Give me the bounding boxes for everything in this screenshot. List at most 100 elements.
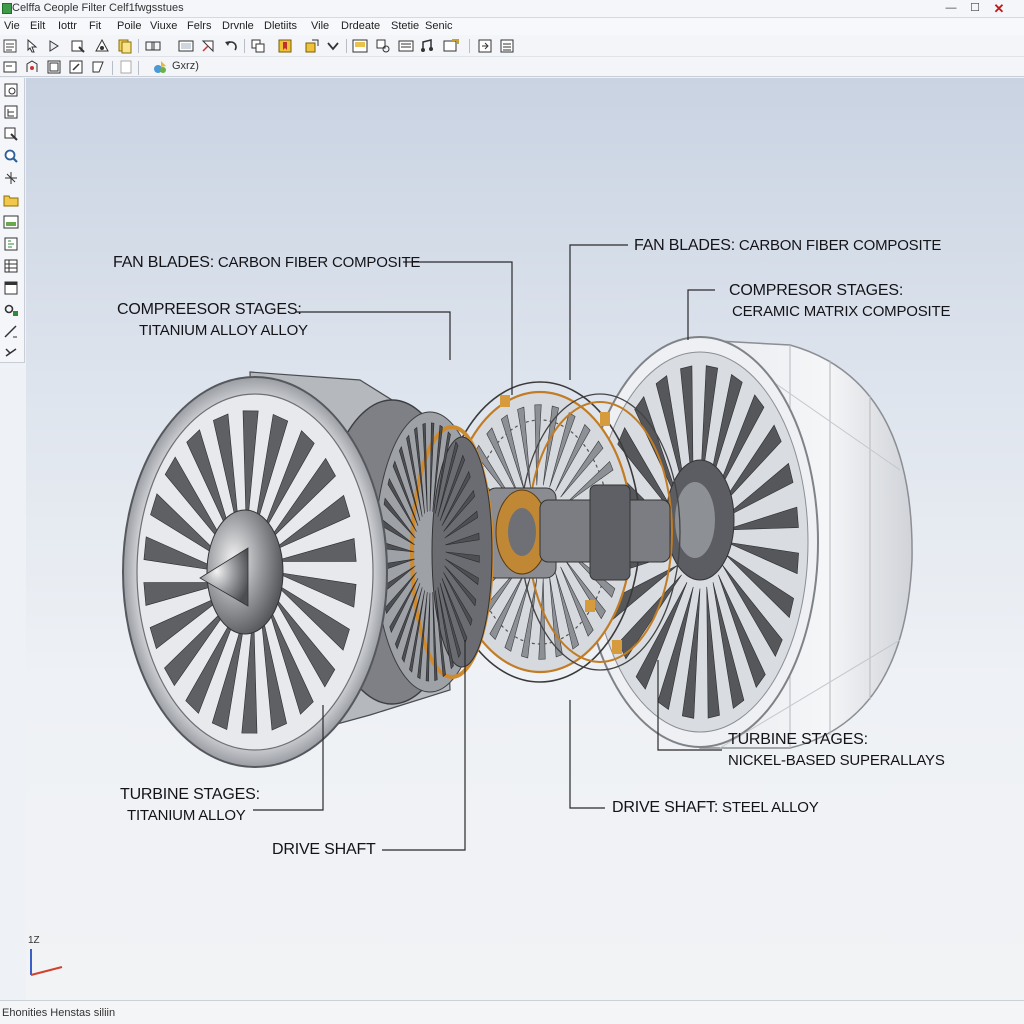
callout-heading: TURBINE STAGES:: [120, 786, 260, 803]
axis-icon: [30, 949, 63, 976]
highlight-icon[interactable]: [304, 38, 320, 54]
close-button[interactable]: ✕: [986, 0, 1012, 17]
app-icon[interactable]: [2, 3, 12, 14]
image-icon[interactable]: [178, 38, 194, 54]
toolbar-separator: [346, 39, 347, 53]
smart-mode-icon[interactable]: [152, 59, 168, 75]
menu-item[interactable]: Drvnle: [222, 20, 254, 32]
play-icon[interactable]: [46, 38, 62, 54]
magnet-icon[interactable]: [3, 302, 19, 318]
feature-tree-icon[interactable]: [3, 104, 19, 120]
sound-icon[interactable]: [420, 38, 436, 54]
bookmark-icon[interactable]: [277, 38, 293, 54]
cut-icon[interactable]: [3, 324, 19, 340]
command-sidebar: [0, 78, 25, 363]
chevron-down-icon[interactable]: [325, 38, 341, 54]
callout-compressor-right: COMPRESOR STAGES: CERAMIC MATRIX COMPOSI…: [729, 282, 950, 320]
edit-icon[interactable]: [90, 59, 106, 75]
zoom-icon[interactable]: [3, 148, 19, 164]
transform-icon[interactable]: [200, 38, 216, 54]
pointer-icon[interactable]: [24, 38, 40, 54]
new-document-icon[interactable]: [2, 38, 18, 54]
callout-heading: DRIVE SHAFT: [272, 841, 376, 858]
menu-item[interactable]: Drdeate: [341, 20, 380, 32]
settings-icon[interactable]: [375, 38, 391, 54]
menu-item[interactable]: Iottr: [58, 20, 77, 32]
toolbar-separator: [138, 39, 139, 53]
folder-icon[interactable]: [3, 192, 19, 208]
menu-bar: Vie Eilt Iottr Fit Poile Viuxe Felrs Drv…: [0, 18, 1024, 35]
grid-icon[interactable]: [24, 59, 40, 75]
sparkle-icon[interactable]: [3, 170, 19, 186]
title-bar: Celffa Ceople Filter Celf1fwgsstues — ☐ …: [0, 0, 1024, 18]
status-bar: Ehonities Henstas siliin: [0, 1000, 1024, 1024]
callout-detail: TITANIUM ALLOY: [127, 807, 246, 824]
callout-heading: FAN BLADES:: [634, 237, 735, 254]
callout-drive-shaft-right: DRIVE SHAFT: STEEL ALLOY: [612, 799, 819, 817]
menu-item[interactable]: Dletiits: [264, 20, 297, 32]
measure-icon[interactable]: [3, 344, 19, 360]
select-icon[interactable]: [3, 126, 19, 142]
link-icon[interactable]: [145, 38, 161, 54]
callout-heading: DRIVE SHAFT:: [612, 799, 719, 816]
exploded-engine-model[interactable]: [26, 78, 1024, 1000]
picture-icon[interactable]: [443, 38, 459, 54]
secondary-toolbar: Gxrz): [0, 57, 1024, 77]
callout-compressor-left: COMPREESOR STAGES: TITANIUM ALLOY ALLOY: [117, 301, 308, 339]
callout-detail: TITANIUM ALLOY ALLOY: [139, 322, 308, 339]
callout-heading: COMPRESOR STAGES:: [729, 282, 904, 299]
menu-item[interactable]: Eilt: [30, 20, 45, 32]
callout-drive-shaft-left: DRIVE SHAFT: [272, 841, 376, 859]
callout-detail: CERAMIC MATRIX COMPOSITE: [732, 303, 951, 320]
menu-item[interactable]: Poile: [117, 20, 141, 32]
callout-detail: CARBON FIBER COMPOSITE: [738, 237, 942, 254]
list-icon[interactable]: [499, 38, 515, 54]
minimize-button[interactable]: —: [938, 0, 964, 17]
undo-icon[interactable]: [223, 38, 239, 54]
menu-item[interactable]: Fit: [89, 20, 101, 32]
sketch-icon[interactable]: [2, 59, 18, 75]
callout-heading: TURBINE STAGES:: [728, 731, 868, 748]
window-icon[interactable]: [3, 280, 19, 296]
layout-icon[interactable]: [250, 38, 266, 54]
menu-item[interactable]: Vie: [4, 20, 20, 32]
panel-icon[interactable]: [398, 38, 414, 54]
export-icon[interactable]: [477, 38, 493, 54]
window-title: Celffa Ceople Filter Celf1fwgsstues: [12, 2, 184, 14]
menu-item[interactable]: Vile: [311, 20, 329, 32]
callout-detail: NICKEL-BASED SUPERALLAYS: [728, 752, 945, 769]
callout-heading: FAN BLADES:: [113, 254, 214, 271]
copy-icon[interactable]: [117, 38, 133, 54]
image-icon[interactable]: [3, 214, 19, 230]
part-icon[interactable]: [3, 82, 19, 98]
image-frame-icon[interactable]: [352, 38, 368, 54]
callout-detail: STEEL ALLOY: [722, 799, 819, 816]
layers-icon[interactable]: [46, 59, 62, 75]
toolbar-separator: [112, 61, 113, 75]
edit-icon[interactable]: [68, 59, 84, 75]
properties-icon[interactable]: [3, 236, 19, 252]
status-text: Ehonities Henstas siliin: [2, 1007, 116, 1019]
toolbar-separator: [244, 39, 245, 53]
blank-page-icon[interactable]: [118, 59, 134, 75]
menu-item[interactable]: Stetie: [391, 20, 419, 32]
toolbar-separator: [469, 39, 470, 53]
callout-turbine-left: TURBINE STAGES: TITANIUM ALLOY: [120, 786, 260, 824]
front-fan-assembly: [122, 371, 494, 768]
menu-item[interactable]: Felrs: [187, 20, 211, 32]
mode-label[interactable]: Gxrz): [172, 60, 199, 72]
callout-fan-blades-right: FAN BLADES: CARBON FIBER COMPOSITE: [634, 237, 941, 255]
model-viewport[interactable]: FAN BLADES: CARBON FIBER COMPOSITE COMPR…: [26, 78, 1024, 1000]
main-toolbar: [0, 35, 1024, 57]
toolbar-separator: [138, 61, 139, 75]
callout-turbine-right: TURBINE STAGES: NICKEL-BASED SUPERALLAYS: [728, 731, 945, 769]
callout-detail: CARBON FIBER COMPOSITE: [217, 254, 421, 271]
maximize-button[interactable]: ☐: [962, 0, 988, 17]
callout-heading: COMPREESOR STAGES:: [117, 301, 302, 318]
open-folder-icon[interactable]: [70, 38, 86, 54]
assembly-icon[interactable]: [94, 38, 110, 54]
menu-item[interactable]: Viuxe: [150, 20, 177, 32]
menu-item[interactable]: Senic: [425, 20, 453, 32]
table-icon[interactable]: [3, 258, 19, 274]
callout-fan-blades-left: FAN BLADES: CARBON FIBER COMPOSITE: [113, 254, 420, 272]
